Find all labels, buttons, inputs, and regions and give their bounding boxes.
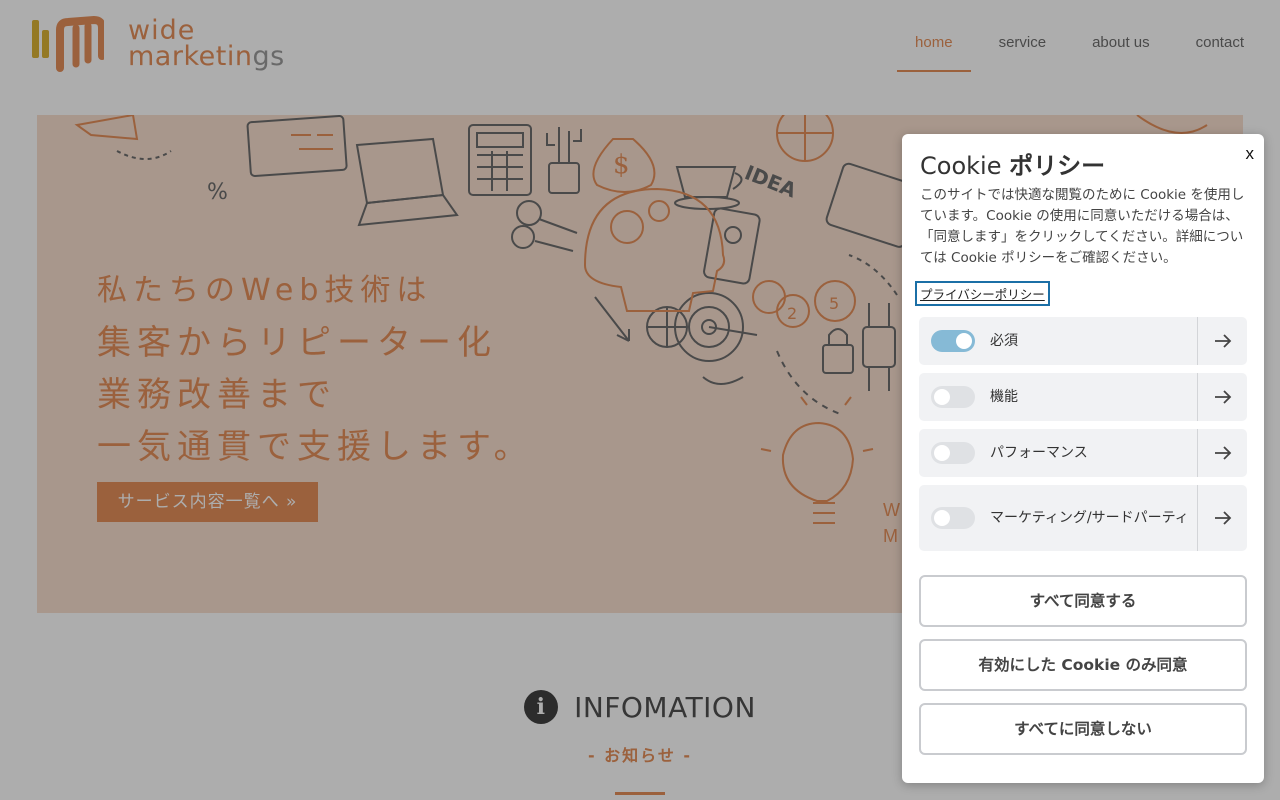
toggle-knob: [934, 445, 950, 461]
category-label: マーケティング/サードパーティ: [990, 509, 1189, 526]
cookie-category-marketing[interactable]: マーケティング/サードパーティ: [919, 485, 1247, 551]
toggle-knob: [956, 333, 972, 349]
cookie-category-performance[interactable]: パフォーマンス: [919, 429, 1247, 477]
toggle-performance[interactable]: [931, 442, 975, 464]
category-label: パフォーマンス: [990, 444, 1088, 461]
toggle-functional[interactable]: [931, 386, 975, 408]
toggle-knob: [934, 510, 950, 526]
reject-all-button[interactable]: すべてに同意しない: [919, 703, 1247, 755]
cookie-description: このサイトでは快適な閲覧のために Cookie を使用しています。Cookie …: [920, 187, 1245, 266]
arrow-right-icon[interactable]: [1197, 485, 1247, 551]
arrow-right-icon[interactable]: [1197, 429, 1247, 477]
toggle-knob: [934, 389, 950, 405]
cookie-title: Cookie ポリシー: [920, 146, 1105, 181]
arrow-right-icon[interactable]: [1197, 373, 1247, 421]
arrow-right-icon[interactable]: [1197, 317, 1247, 365]
accept-selected-button[interactable]: 有効にした Cookie のみ同意: [919, 639, 1247, 691]
close-icon[interactable]: x: [1246, 144, 1255, 164]
accept-all-button[interactable]: すべて同意する: [919, 575, 1247, 627]
toggle-marketing[interactable]: [931, 507, 975, 529]
privacy-policy-link[interactable]: プライバシーポリシー: [915, 281, 1050, 306]
cookie-title-bold: ポリシー: [1009, 152, 1106, 180]
category-label: 機能: [990, 388, 1018, 405]
cookie-category-required[interactable]: 必須: [919, 317, 1247, 365]
cookie-title-prefix: Cookie: [920, 152, 1002, 180]
toggle-required[interactable]: [931, 330, 975, 352]
cookie-policy-panel: x Cookie ポリシー このサイトでは快適な閲覧のために Cookie を使…: [902, 134, 1264, 783]
category-label: 必須: [990, 332, 1018, 349]
cookie-category-functional[interactable]: 機能: [919, 373, 1247, 421]
